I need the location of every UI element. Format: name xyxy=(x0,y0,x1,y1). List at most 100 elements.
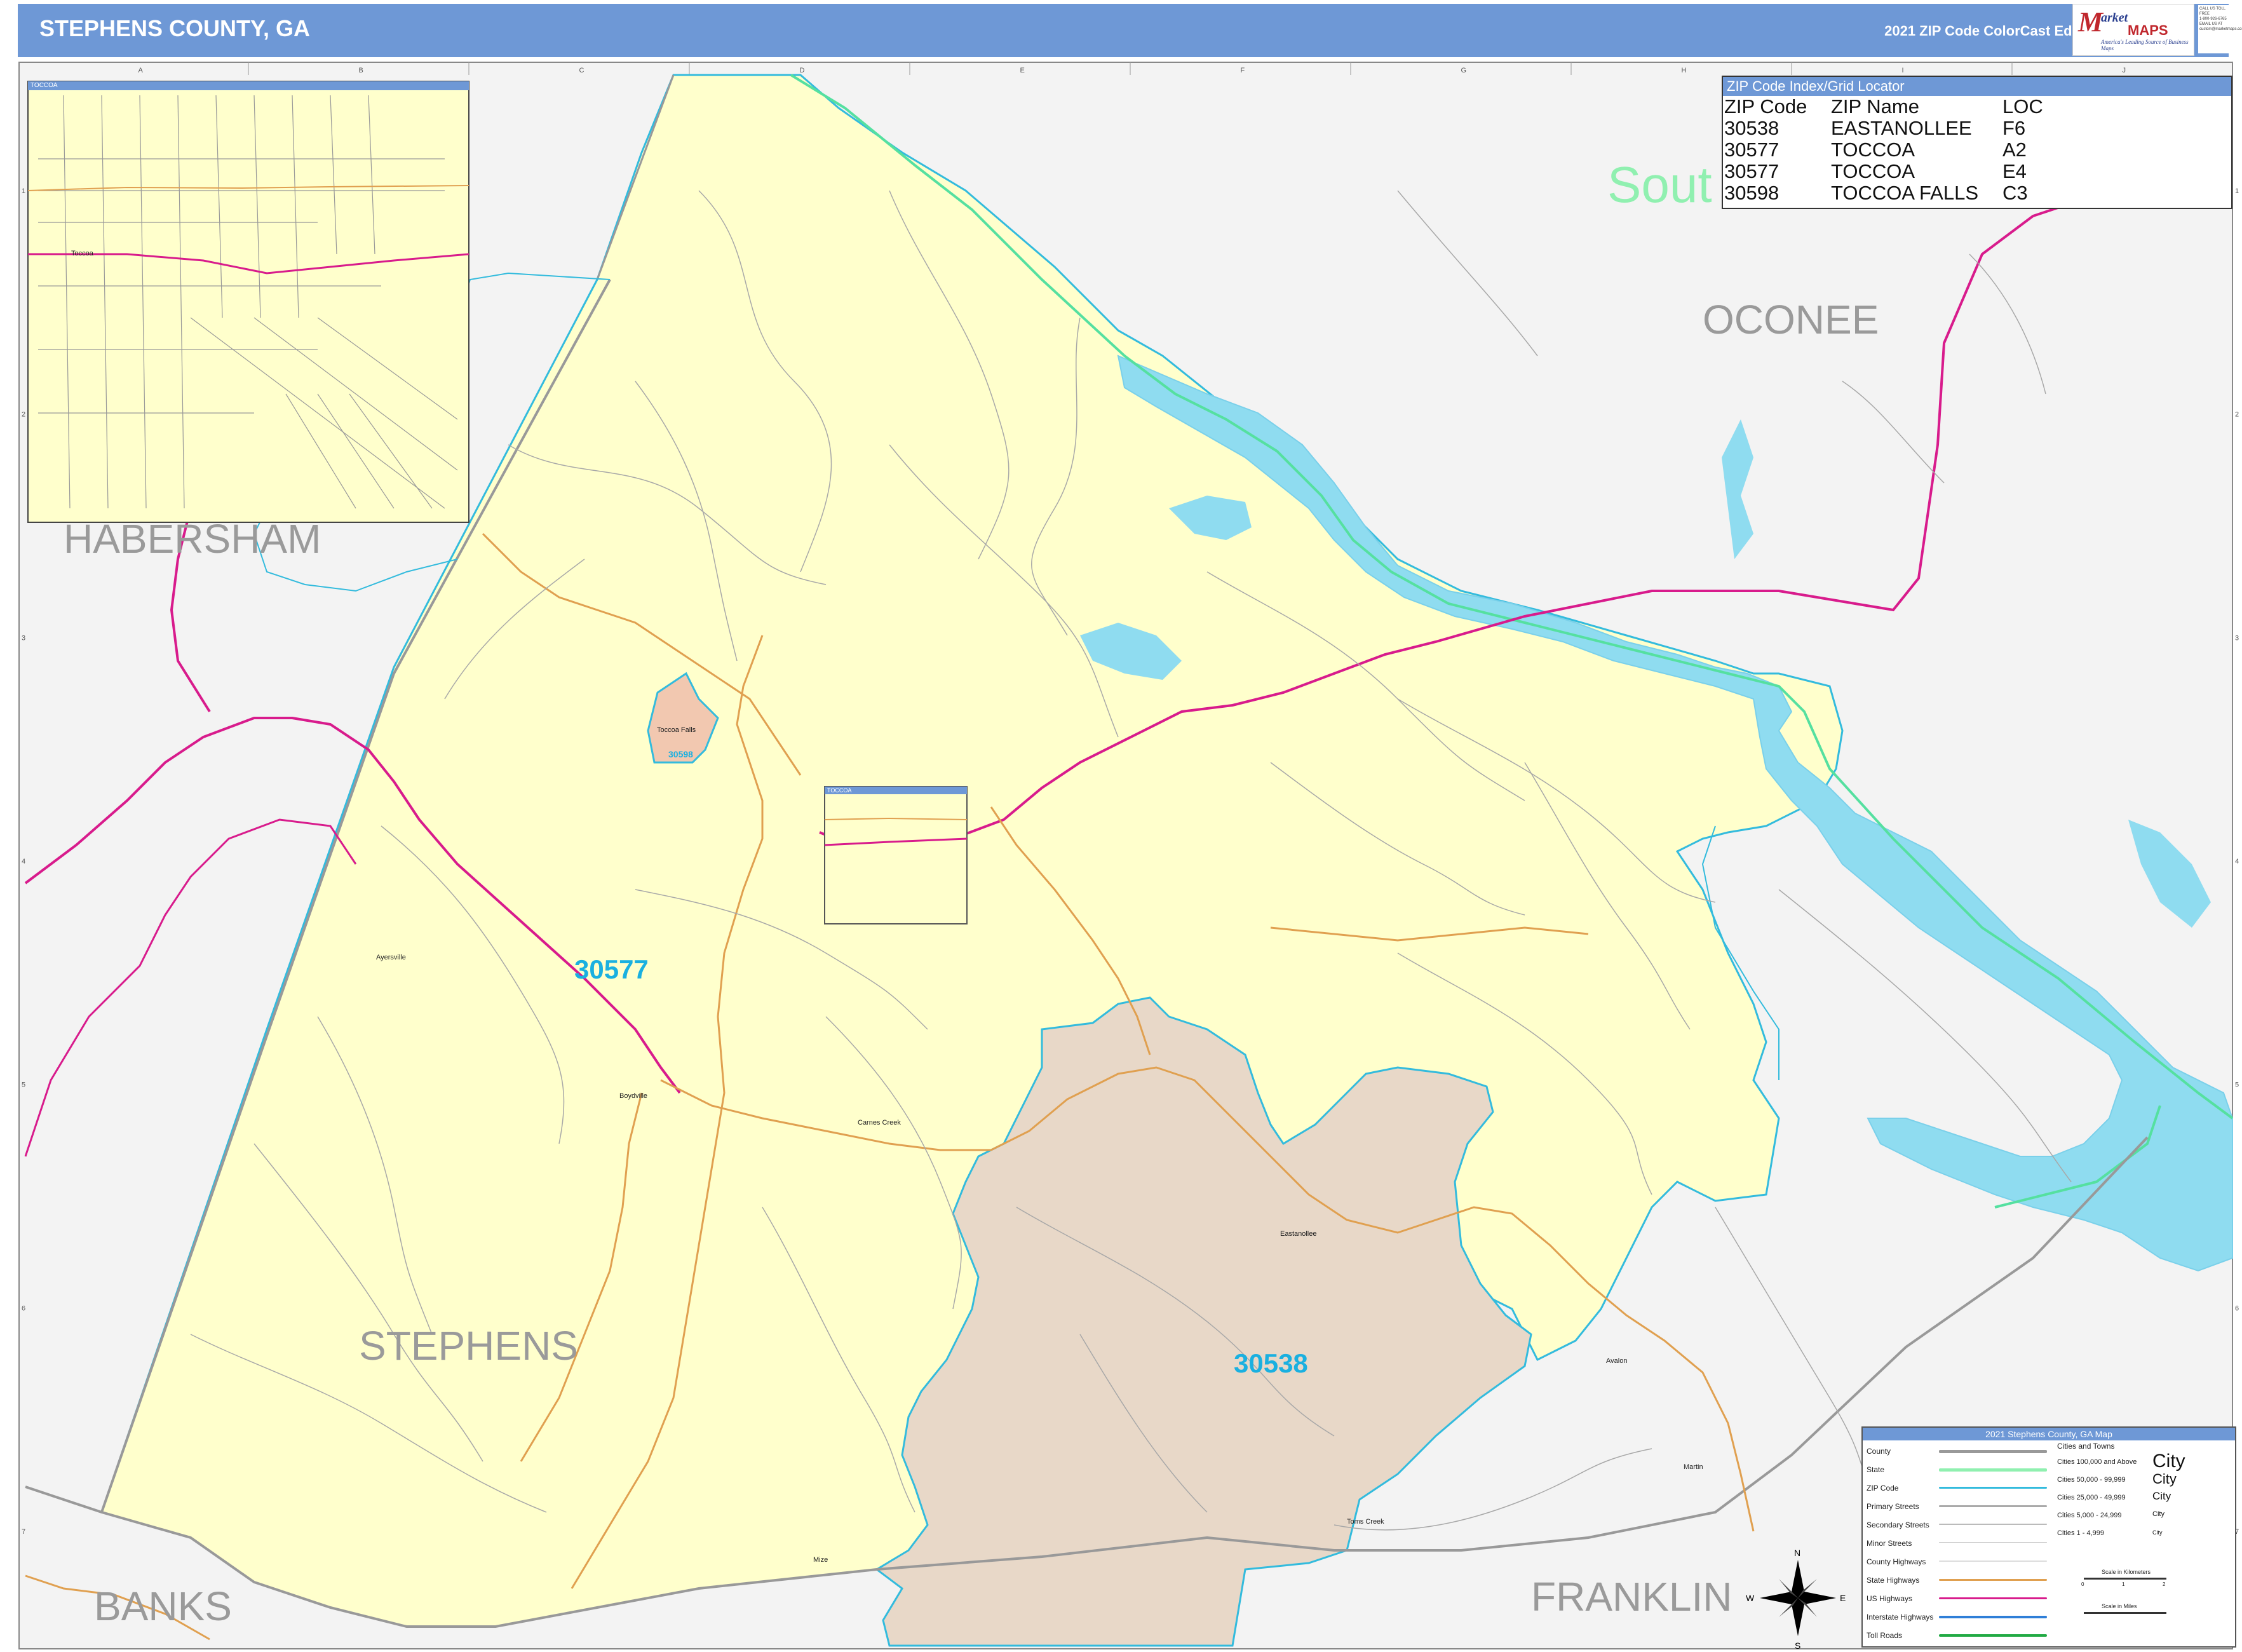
grid-col-label: G xyxy=(1461,67,1467,74)
table-row: 30538 EASTANOLLEE F6 xyxy=(1723,118,2053,139)
city-label: Ayersville xyxy=(376,954,406,961)
legend-item: State xyxy=(1867,1465,1885,1474)
grid-col-label: F xyxy=(1241,67,1245,74)
zip-cell: 30538 xyxy=(1724,117,1779,139)
zip-name-cell: TOCCOA FALLS xyxy=(1831,182,1979,204)
grid-row-label: 3 xyxy=(22,634,25,642)
scale-bar-mi xyxy=(2084,1612,2166,1614)
inset-locator-box xyxy=(824,786,968,924)
legend-city-sample: City xyxy=(2152,1490,2171,1502)
city-label: Mize xyxy=(813,1556,828,1564)
loc-cell: F6 xyxy=(2002,117,2026,139)
legend-item: Primary Streets xyxy=(1867,1502,1919,1511)
compass-w: W xyxy=(1746,1593,1755,1603)
legend-swatch-county-hwy xyxy=(1939,1561,2047,1562)
legend-swatch-zip xyxy=(1939,1487,2047,1489)
compass-e: E xyxy=(1840,1593,1846,1603)
legend-title: 2021 Stephens County, GA Map xyxy=(1863,1428,2235,1440)
table-row: 30577 TOCCOA A2 xyxy=(1723,139,2053,161)
map-canvas[interactable]: ABCDEFGHIJ 1 12 23 34 45 56 67 7 OCONEE … xyxy=(0,0,2242,1652)
scale-tick: 0 xyxy=(2081,1581,2084,1587)
grid-col-label: C xyxy=(579,67,584,74)
zip-index-header: ZIP Code xyxy=(1724,95,1807,118)
loc-cell: C3 xyxy=(2002,182,2028,204)
legend-city-sample: City xyxy=(2152,1471,2177,1487)
grid-col-label: I xyxy=(1902,67,1904,74)
county-label-franklin: FRANKLIN xyxy=(1531,1574,1732,1620)
legend-swatch-state xyxy=(1939,1468,2047,1472)
legend-swatch-county xyxy=(1939,1450,2047,1453)
county-label-oconee: OCONEE xyxy=(1703,297,1879,342)
zip-label-30598: 30598 xyxy=(668,749,693,759)
inset-locator-title: TOCCOA xyxy=(825,787,967,794)
grid-row-label: 2 xyxy=(2235,411,2239,419)
city-label: Toms Creek xyxy=(1347,1518,1384,1526)
grid-row-label: 4 xyxy=(2235,858,2239,865)
legend-scale-km: Scale in Kilometers xyxy=(2102,1569,2151,1575)
inset-city-label: Toccoa xyxy=(71,250,94,257)
grid-row-label: 2 xyxy=(22,411,25,419)
grid-row-label: 1 xyxy=(22,187,25,195)
grid-col-label: J xyxy=(2123,67,2126,74)
grid-col-label: B xyxy=(359,67,363,74)
grid-col-label: A xyxy=(138,67,144,74)
grid-row-label: 4 xyxy=(22,858,25,865)
grid-row-label: 1 xyxy=(2235,187,2239,195)
compass-s: S xyxy=(1795,1641,1800,1651)
legend-cities-header: Cities and Towns xyxy=(2057,1442,2115,1451)
legend-item: County xyxy=(1867,1447,1891,1456)
legend-swatch-us-hwy xyxy=(1939,1597,2047,1599)
legend-swatch-minor xyxy=(1939,1542,2047,1543)
zip-cell: 30577 xyxy=(1724,160,1779,182)
grid-col-label: D xyxy=(800,67,805,74)
legend-item: State Highways xyxy=(1867,1576,1920,1585)
loc-cell: A2 xyxy=(2002,139,2027,161)
table-row: 30598 TOCCOA FALLS C3 xyxy=(1723,182,2053,204)
zip-name-cell: TOCCOA xyxy=(1831,139,1915,161)
legend-city-sample: City xyxy=(2152,1529,2163,1536)
grid-row-label: 6 xyxy=(22,1304,25,1312)
grid-row-label: 5 xyxy=(2235,1081,2239,1089)
city-label: Martin xyxy=(1684,1463,1703,1471)
zip-cell: 30598 xyxy=(1724,182,1779,204)
legend-city-class: Cities 5,000 - 24,999 xyxy=(2057,1512,2122,1519)
county-label-stephens: STEPHENS xyxy=(359,1323,578,1369)
zip-label-30577: 30577 xyxy=(574,954,649,984)
city-label: Avalon xyxy=(1606,1357,1627,1365)
county-label-banks: BANKS xyxy=(94,1583,232,1629)
grid-col-label: E xyxy=(1020,67,1025,74)
county-label-habersham: HABERSHAM xyxy=(64,516,321,562)
legend-item: US Highways xyxy=(1867,1594,1913,1603)
legend-city-sample: City xyxy=(2152,1451,2185,1472)
zip-name-cell: TOCCOA xyxy=(1831,160,1915,182)
legend-item: County Highways xyxy=(1867,1557,1926,1566)
legend-city-sample: City xyxy=(2152,1510,2164,1518)
zip-name-cell: EASTANOLLEE xyxy=(1831,117,1972,139)
grid-row-label: 5 xyxy=(22,1081,25,1089)
city-label: Toccoa Falls xyxy=(657,726,696,734)
legend-swatch-primary xyxy=(1939,1505,2047,1507)
legend-swatch-toll xyxy=(1939,1634,2047,1637)
state-label-partial: Sout xyxy=(1607,156,1712,213)
zip-index-table: ZIP Code ZIP Name LOC 30538 EASTANOLLEE … xyxy=(1723,96,2053,204)
compass-n: N xyxy=(1794,1548,1800,1558)
legend-city-class: Cities 100,000 and Above xyxy=(2057,1458,2137,1466)
zip-index-header: ZIP Name xyxy=(1831,95,1919,118)
zip-index-title: ZIP Code Index/Grid Locator xyxy=(1723,77,2231,96)
grid-row-label: 6 xyxy=(2235,1304,2239,1312)
grid-row-label: 3 xyxy=(2235,634,2239,642)
zip-label-30538: 30538 xyxy=(1234,1348,1308,1378)
legend-swatch-secondary xyxy=(1939,1524,2047,1525)
grid-col-label: H xyxy=(1682,67,1687,74)
scale-tick: 2 xyxy=(2163,1581,2166,1587)
zip-index-panel: ZIP Code Index/Grid Locator ZIP Code ZIP… xyxy=(1722,76,2232,209)
legend-swatch-state-hwy xyxy=(1939,1579,2047,1581)
city-label: Carnes Creek xyxy=(858,1119,901,1127)
legend-city-class: Cities 50,000 - 99,999 xyxy=(2057,1476,2126,1484)
legend-scale-mi: Scale in Miles xyxy=(2102,1603,2137,1609)
legend-item: Minor Streets xyxy=(1867,1539,1912,1548)
legend-item: Interstate Highways xyxy=(1867,1613,1934,1622)
city-label: Eastanollee xyxy=(1280,1230,1317,1238)
loc-cell: E4 xyxy=(2002,160,2027,182)
zip-index-header: LOC xyxy=(2002,95,2043,118)
